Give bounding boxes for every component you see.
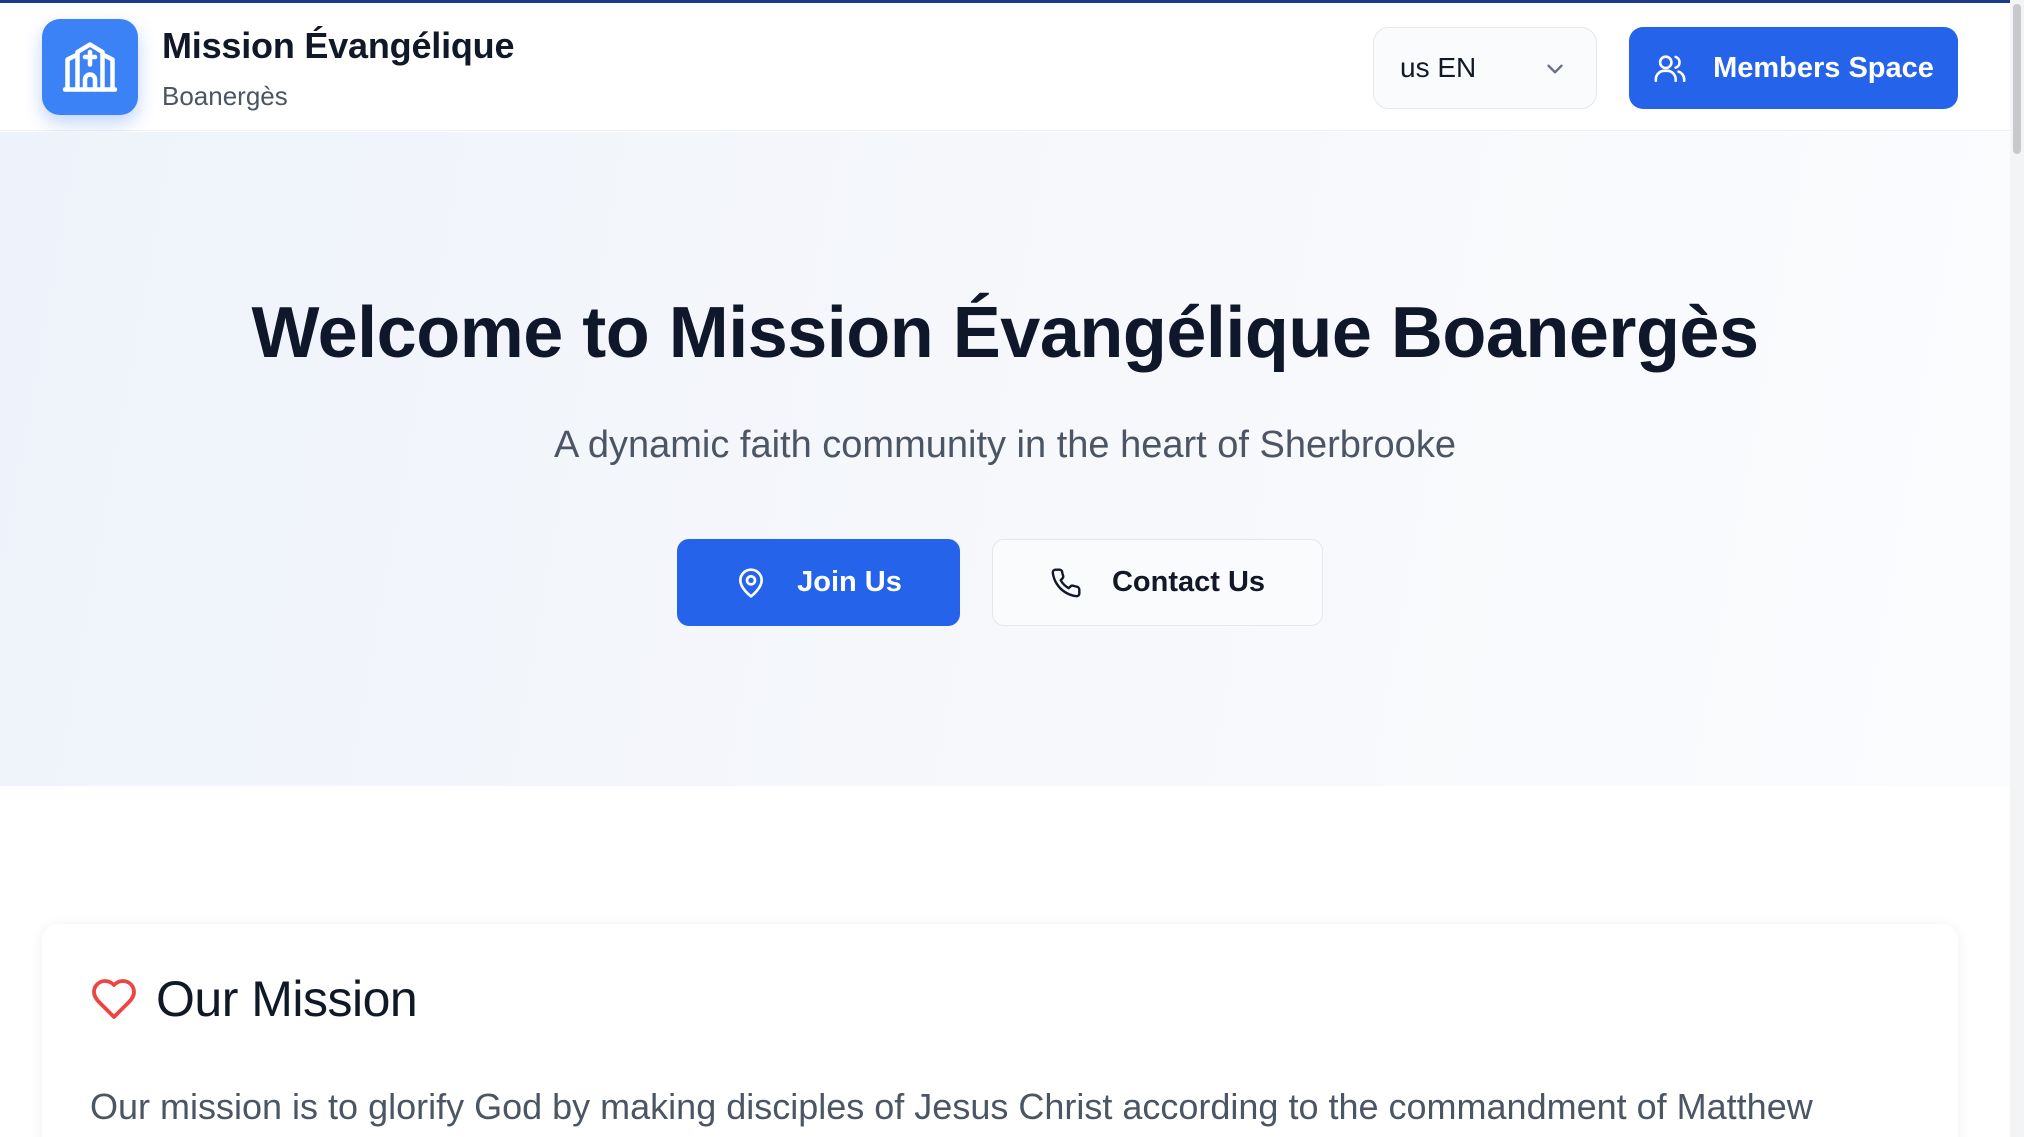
brand-title[interactable]: Mission Évangélique: [162, 25, 514, 67]
map-pin-icon: [739, 567, 764, 598]
users-icon: [1654, 55, 1686, 83]
hero-section: Welcome to Mission Évangélique Boanergès…: [0, 132, 2010, 786]
language-selected-value: us EN: [1400, 52, 1477, 83]
members-space-label: Members Space: [1713, 51, 1934, 84]
page: Mission Évangélique Boanergès us EN Memb…: [0, 0, 2024, 1137]
language-select[interactable]: us EN: [1373, 27, 1597, 109]
join-us-button[interactable]: Join Us: [677, 539, 960, 626]
site-header: Mission Évangélique Boanergès us EN Memb…: [0, 3, 2010, 131]
phone-icon: [1051, 567, 1081, 597]
hero-subtitle: A dynamic faith community in the heart o…: [554, 424, 1456, 466]
chevron-down-icon: [1547, 64, 1563, 74]
hero-title: Welcome to Mission Évangélique Boanergès: [251, 293, 1759, 373]
scrollbar-thumb[interactable]: [2013, 4, 2021, 154]
join-us-label: Join Us: [797, 566, 902, 598]
members-space-button[interactable]: Members Space: [1629, 27, 1958, 109]
brand-subtitle: Boanergès: [162, 81, 288, 111]
contact-us-button[interactable]: Contact Us: [992, 539, 1323, 626]
mission-heading: Our Mission: [90, 970, 418, 1028]
mission-text: Our mission is to glorify God by making …: [90, 1086, 1813, 1127]
mission-card: Our Mission Our mission is to glorify Go…: [42, 924, 1958, 1137]
logo[interactable]: [42, 19, 138, 115]
church-icon: [62, 42, 118, 92]
mission-title: Our Mission: [156, 971, 418, 1027]
heart-icon: [92, 979, 136, 1019]
contact-us-label: Contact Us: [1111, 566, 1266, 598]
page-scrollbar[interactable]: [2010, 0, 2024, 1137]
